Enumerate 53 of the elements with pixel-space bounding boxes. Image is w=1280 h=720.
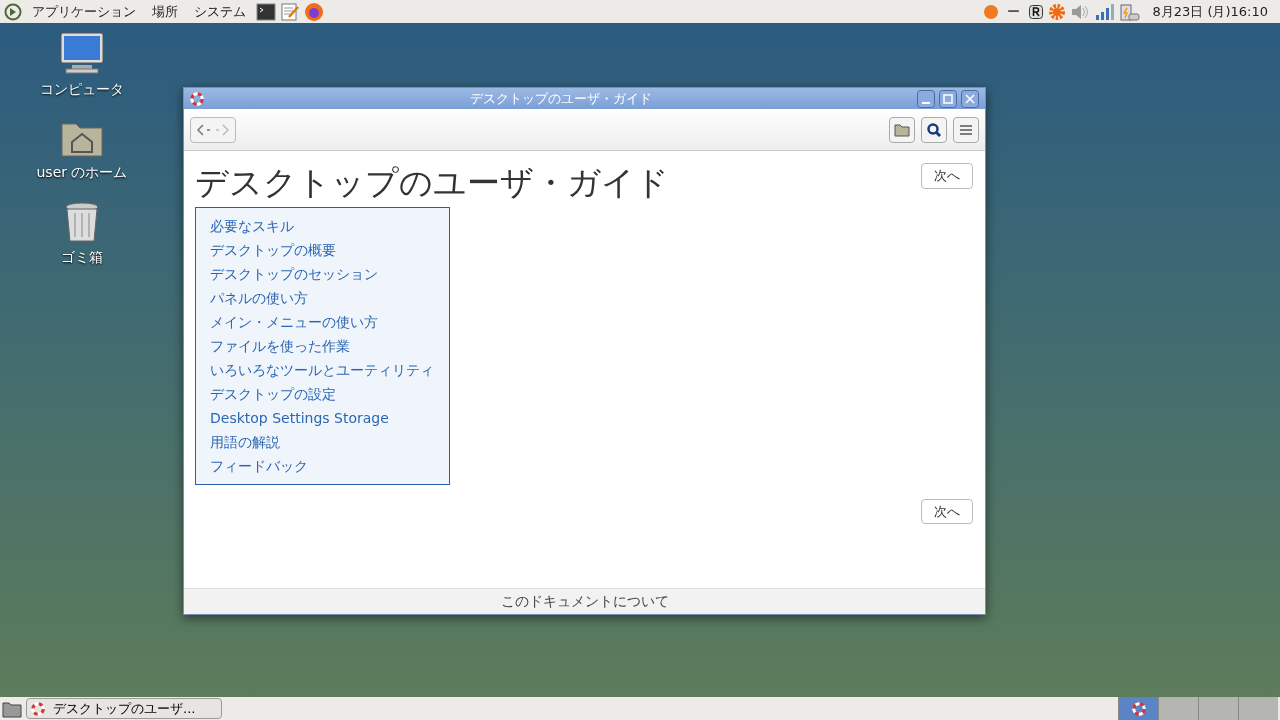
topic-link[interactable]: デスクトップの設定 — [210, 381, 435, 406]
workspace-switcher-cell[interactable] — [1198, 697, 1238, 720]
speaker-icon[interactable] — [1070, 2, 1091, 21]
back-arrow-icon[interactable] — [195, 122, 211, 137]
next-button[interactable]: 次へ — [921, 498, 973, 525]
back-forward-button[interactable] — [190, 116, 236, 143]
panel-menu[interactable]: システム — [188, 1, 252, 22]
desktop-icon-label[interactable]: コンピュータ — [40, 79, 124, 100]
topic-link[interactable]: 必要なスキル — [210, 213, 435, 238]
window-title: デスクトップのユーザ・ガイド — [468, 89, 653, 108]
panel-menu[interactable]: 場所 — [146, 1, 184, 22]
topic-link[interactable]: パネルの使い方 — [210, 285, 435, 310]
workspace-switcher-cell[interactable] — [1238, 697, 1278, 720]
topic-link[interactable]: デスクトップの概要 — [210, 237, 435, 262]
minimize-icon[interactable] — [917, 89, 935, 108]
desktop-icon-label[interactable]: ゴミ箱 — [61, 247, 103, 268]
desktop-icon-label[interactable]: user のホーム — [36, 162, 128, 183]
close-icon[interactable] — [961, 89, 979, 108]
search-button[interactable] — [921, 116, 947, 143]
panel-menu[interactable]: アプリケーション — [26, 1, 142, 22]
topic-link[interactable]: デスクトップのセッション — [210, 261, 435, 286]
topic-link[interactable]: 用語の解説 — [210, 429, 435, 454]
signal-bars-icon[interactable] — [1094, 2, 1115, 21]
topic-link[interactable]: いろいろなツールとユーティリティ — [210, 357, 435, 382]
main-menu-icon[interactable] — [4, 2, 22, 21]
menu-button[interactable] — [953, 116, 979, 143]
window-thumbnail-icon — [1131, 701, 1146, 716]
bookmark-folder-icon — [894, 121, 910, 138]
trash-icon — [63, 201, 101, 243]
workspace-switcher-cell[interactable] — [1118, 697, 1158, 720]
letter-r-icon[interactable] — [1028, 3, 1045, 20]
show-desktop-icon[interactable] — [2, 699, 22, 718]
topic-link[interactable]: フィードバック — [210, 453, 435, 478]
battery-plug-icon[interactable] — [1118, 1, 1141, 22]
page-heading: デスクトップのユーザ・ガイド — [195, 163, 669, 203]
web-browser-icon[interactable] — [304, 1, 324, 22]
input-mode-indicator[interactable]: ー — [1003, 1, 1025, 22]
bookmark-folder-button[interactable] — [889, 116, 915, 143]
terminal-icon[interactable] — [256, 2, 276, 21]
computer-icon — [58, 31, 106, 75]
clock[interactable]: 8月23日 (月)16:10 — [1144, 1, 1276, 22]
topic-link[interactable]: ファイルを使った作業 — [210, 333, 435, 358]
lifebuoy-icon — [190, 91, 204, 106]
topic-link[interactable]: Desktop Settings Storage — [210, 405, 435, 430]
topic-link[interactable]: メイン・メニューの使い方 — [210, 309, 435, 334]
workspace-switcher-cell[interactable] — [1158, 697, 1198, 720]
lifebuoy-icon — [31, 701, 45, 716]
maximize-icon[interactable] — [939, 89, 957, 108]
taskbar-button[interactable]: デスクトップのユーザ... — [26, 698, 222, 719]
next-button[interactable]: 次へ — [921, 163, 973, 189]
input-method-icon[interactable] — [983, 3, 1000, 20]
search-icon — [926, 121, 942, 138]
footer-link[interactable]: このドキュメントについて — [184, 588, 985, 614]
